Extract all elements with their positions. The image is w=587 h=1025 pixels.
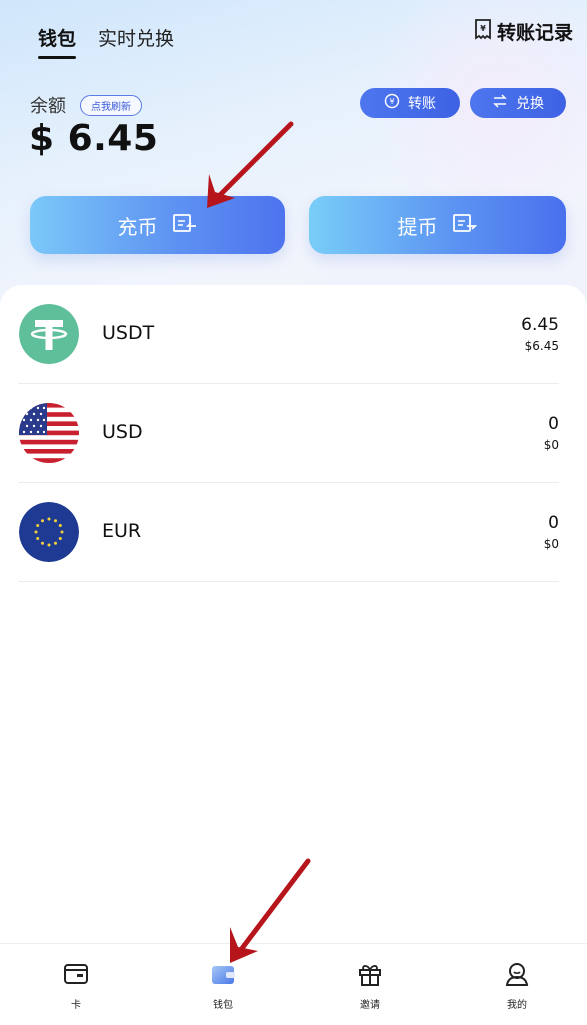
withdraw-label: 提币 — [397, 214, 438, 239]
yuan-circle-icon: ¥ — [384, 93, 400, 113]
svg-text:¥: ¥ — [480, 24, 486, 33]
exchange-button[interactable]: 兑换 — [470, 88, 566, 118]
refresh-button[interactable]: 点我刷新 — [80, 94, 142, 116]
asset-fiat-value: $6.45 — [524, 339, 559, 353]
nav-profile[interactable]: 我的 — [477, 960, 557, 1011]
gift-icon — [330, 960, 410, 988]
asset-name: USD — [102, 421, 143, 443]
asset-quantity: 0 — [548, 513, 559, 533]
asset-name: USDT — [102, 322, 155, 344]
nav-wallet[interactable]: 钱包 — [183, 960, 263, 1011]
deposit-icon — [172, 212, 198, 239]
receipt-icon: ¥ — [473, 18, 493, 45]
asset-quantity: 0 — [548, 414, 559, 434]
asset-list-card: USDT 6.45 $6.45 USD 0 $0 EUR 0 $0 — [0, 285, 587, 945]
balance-amount: $ 6.45 — [29, 118, 159, 159]
deposit-button[interactable]: 充币 — [30, 196, 285, 254]
profile-icon — [477, 960, 557, 988]
balance-label-row: 余额 点我刷新 — [30, 92, 142, 118]
asset-fiat-value: $0 — [543, 438, 559, 452]
asset-fiat-value: $0 — [543, 537, 559, 551]
nav-wallet-label: 钱包 — [213, 1000, 233, 1011]
transfer-label: 转账 — [408, 96, 436, 112]
asset-quantity: 6.45 — [521, 315, 559, 335]
withdraw-icon — [452, 212, 478, 239]
asset-row-usd[interactable]: USD 0 $0 — [18, 384, 559, 483]
nav-invite-label: 邀请 — [360, 1000, 380, 1011]
top-tabs: 钱包 实时兑换 — [38, 24, 174, 59]
transfer-records-label: 转账记录 — [496, 22, 573, 44]
asset-row-usdt[interactable]: USDT 6.45 $6.45 — [18, 285, 559, 384]
svg-text:¥: ¥ — [389, 97, 394, 106]
nav-card-label: 卡 — [71, 1000, 81, 1011]
tether-icon — [19, 304, 79, 364]
balance-label: 余额 — [30, 96, 66, 117]
transfer-records-link[interactable]: ¥ 转账记录 — [473, 18, 573, 45]
asset-row-eur[interactable]: EUR 0 $0 — [18, 483, 559, 582]
nav-card[interactable]: 卡 — [36, 960, 116, 1011]
nav-invite[interactable]: 邀请 — [330, 960, 410, 1011]
nav-profile-label: 我的 — [507, 1000, 527, 1011]
swap-arrows-icon — [492, 93, 508, 113]
eu-flag-icon — [19, 502, 79, 562]
withdraw-button[interactable]: 提币 — [309, 196, 566, 254]
exchange-label: 兑换 — [516, 96, 544, 112]
transfer-button[interactable]: ¥ 转账 — [360, 88, 460, 118]
card-icon — [36, 960, 116, 988]
tab-realtime-exchange[interactable]: 实时兑换 — [98, 24, 174, 51]
tab-wallet[interactable]: 钱包 — [38, 24, 77, 59]
bottom-navigation: 卡 钱包 邀请 我的 — [0, 943, 587, 1025]
deposit-label: 充币 — [117, 214, 158, 239]
us-flag-icon — [19, 403, 79, 463]
asset-name: EUR — [102, 520, 142, 542]
wallet-icon — [183, 960, 263, 988]
